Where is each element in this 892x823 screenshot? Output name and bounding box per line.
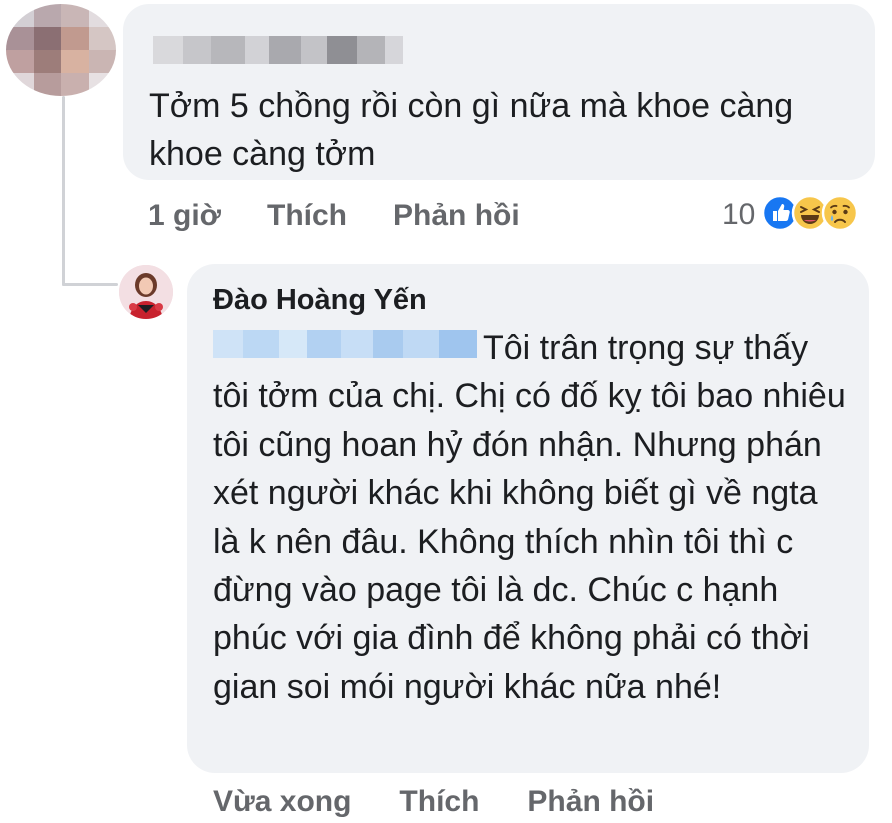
reply-timestamp[interactable]: Vừa xong <box>213 785 351 819</box>
sad-icon <box>821 194 859 237</box>
reaction-summary[interactable]: 10 <box>722 194 859 237</box>
reply-bubble: Đào Hoàng Yến Tôi trân trọng sự thấy tôi… <box>187 264 869 773</box>
reply-author-avatar[interactable] <box>119 265 173 319</box>
reply-actions: Vừa xong Thích Phản hồi <box>213 782 654 822</box>
commenter-avatar-blurred[interactable] <box>6 4 116 96</box>
reaction-count: 10 <box>722 198 756 231</box>
reply-button[interactable]: Phản hồi <box>393 199 520 233</box>
reply-text: Tôi trân trọng sự thấy tôi tởm của chị. … <box>213 329 846 706</box>
reply-reply-button[interactable]: Phản hồi <box>527 785 654 819</box>
commenter-name-blurred[interactable] <box>153 36 403 64</box>
comment-timestamp[interactable]: 1 giờ <box>148 199 221 233</box>
comment-actions: 1 giờ Thích Phản hồi <box>148 196 520 236</box>
thread-connector-vertical <box>62 96 65 286</box>
like-button[interactable]: Thích <box>267 199 347 233</box>
reply-like-button[interactable]: Thích <box>399 785 479 819</box>
comment-bubble: Tởm 5 chồng rồi còn gì nữa mà khoe càng … <box>123 4 875 180</box>
comment-text: Tởm 5 chồng rồi còn gì nữa mà khoe càng … <box>149 87 794 173</box>
thread-connector-horizontal <box>62 283 118 286</box>
reply-author-name[interactable]: Đào Hoàng Yến <box>213 284 427 317</box>
